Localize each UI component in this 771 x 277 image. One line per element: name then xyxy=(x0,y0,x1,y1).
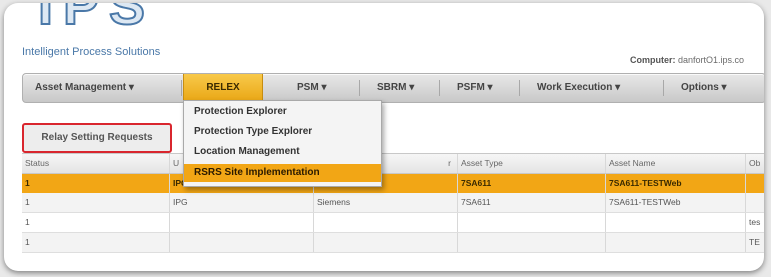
nav-separator xyxy=(181,80,182,96)
cell-manufacturer xyxy=(314,213,458,232)
cell-object xyxy=(746,174,764,193)
cell-asset-type xyxy=(458,213,606,232)
cell-manufacturer xyxy=(314,233,458,252)
cell-user: IPG xyxy=(170,193,314,212)
computer-value: danfortO1.ips.co xyxy=(678,55,745,65)
nav-options[interactable]: Options ▾ xyxy=(681,74,727,102)
menu-item-rsrs-site-implementation[interactable]: RSRS Site Implementation xyxy=(184,164,381,182)
nav-relex[interactable]: RELEX xyxy=(183,74,263,102)
column-header-status[interactable]: Status xyxy=(22,154,170,173)
relex-dropdown-menu: Protection Explorer Protection Type Expl… xyxy=(183,100,382,187)
main-nav: Asset Management ▾ RELEX PSM ▾ SBRM ▾ PS… xyxy=(22,73,764,103)
cell-user xyxy=(170,233,314,252)
nav-psm[interactable]: PSM ▾ xyxy=(297,74,326,102)
table-row[interactable]: 1 TE xyxy=(22,233,764,253)
cell-asset-name: 7SA611-TESTWeb xyxy=(606,174,746,193)
nav-psfm[interactable]: PSFM ▾ xyxy=(457,74,493,102)
cell-status: 1 xyxy=(22,174,170,193)
cell-status: 1 xyxy=(22,233,170,252)
column-header-object[interactable]: Ob xyxy=(746,154,764,173)
cell-object: TE xyxy=(749,237,760,247)
nav-separator xyxy=(519,80,520,96)
cell-object xyxy=(746,193,764,212)
cell-asset-name xyxy=(606,233,746,252)
ips-logo: IPS xyxy=(20,3,240,47)
menu-item-protection-type-explorer[interactable]: Protection Type Explorer xyxy=(184,123,381,141)
cell-asset-name: 7SA611-TESTWeb xyxy=(606,193,746,212)
cell-manufacturer: Siemens xyxy=(314,193,458,212)
nav-separator xyxy=(439,80,440,96)
table-row[interactable]: 1 tes xyxy=(22,213,764,233)
cell-status: 1 xyxy=(22,213,170,232)
table-row[interactable]: 1 IPG Siemens 7SA611 7SA611-TESTWeb xyxy=(22,174,764,193)
relay-setting-requests-tab[interactable]: Relay Setting Requests xyxy=(22,123,172,153)
cell-asset-name xyxy=(606,213,746,232)
tagline: Intelligent Process Solutions xyxy=(22,46,161,58)
nav-separator xyxy=(663,80,664,96)
cell-object: tes xyxy=(749,217,761,227)
menu-item-protection-explorer[interactable]: Protection Explorer xyxy=(184,103,381,121)
cell-asset-type: 7SA611 xyxy=(458,174,606,193)
column-header-asset-name[interactable]: Asset Name xyxy=(606,154,746,173)
cell-asset-type: 7SA611 xyxy=(458,193,606,212)
nav-sbrm[interactable]: SBRM ▾ xyxy=(377,74,414,102)
logo-text: IPS xyxy=(37,3,156,36)
cell-status: 1 xyxy=(22,193,170,212)
table-row[interactable]: 1 IPG Siemens 7SA611 7SA611-TESTWeb xyxy=(22,193,764,213)
requests-table: Status U r Asset Type Asset Name Ob 1 IP… xyxy=(22,153,764,253)
menu-item-location-management[interactable]: Location Management xyxy=(184,143,381,161)
cell-asset-type xyxy=(458,233,606,252)
nav-asset-management[interactable]: Asset Management ▾ xyxy=(35,74,134,102)
computer-label: Computer: xyxy=(630,55,676,65)
app-window: IPS Intelligent Process Solutions Comput… xyxy=(4,3,764,271)
computer-info: Computer: danfortO1.ips.co xyxy=(630,55,744,65)
nav-work-execution[interactable]: Work Execution ▾ xyxy=(537,74,620,102)
column-header-asset-type[interactable]: Asset Type xyxy=(458,154,606,173)
table-header: Status U r Asset Type Asset Name Ob xyxy=(22,154,764,174)
cell-user xyxy=(170,213,314,232)
nav-separator xyxy=(359,80,360,96)
